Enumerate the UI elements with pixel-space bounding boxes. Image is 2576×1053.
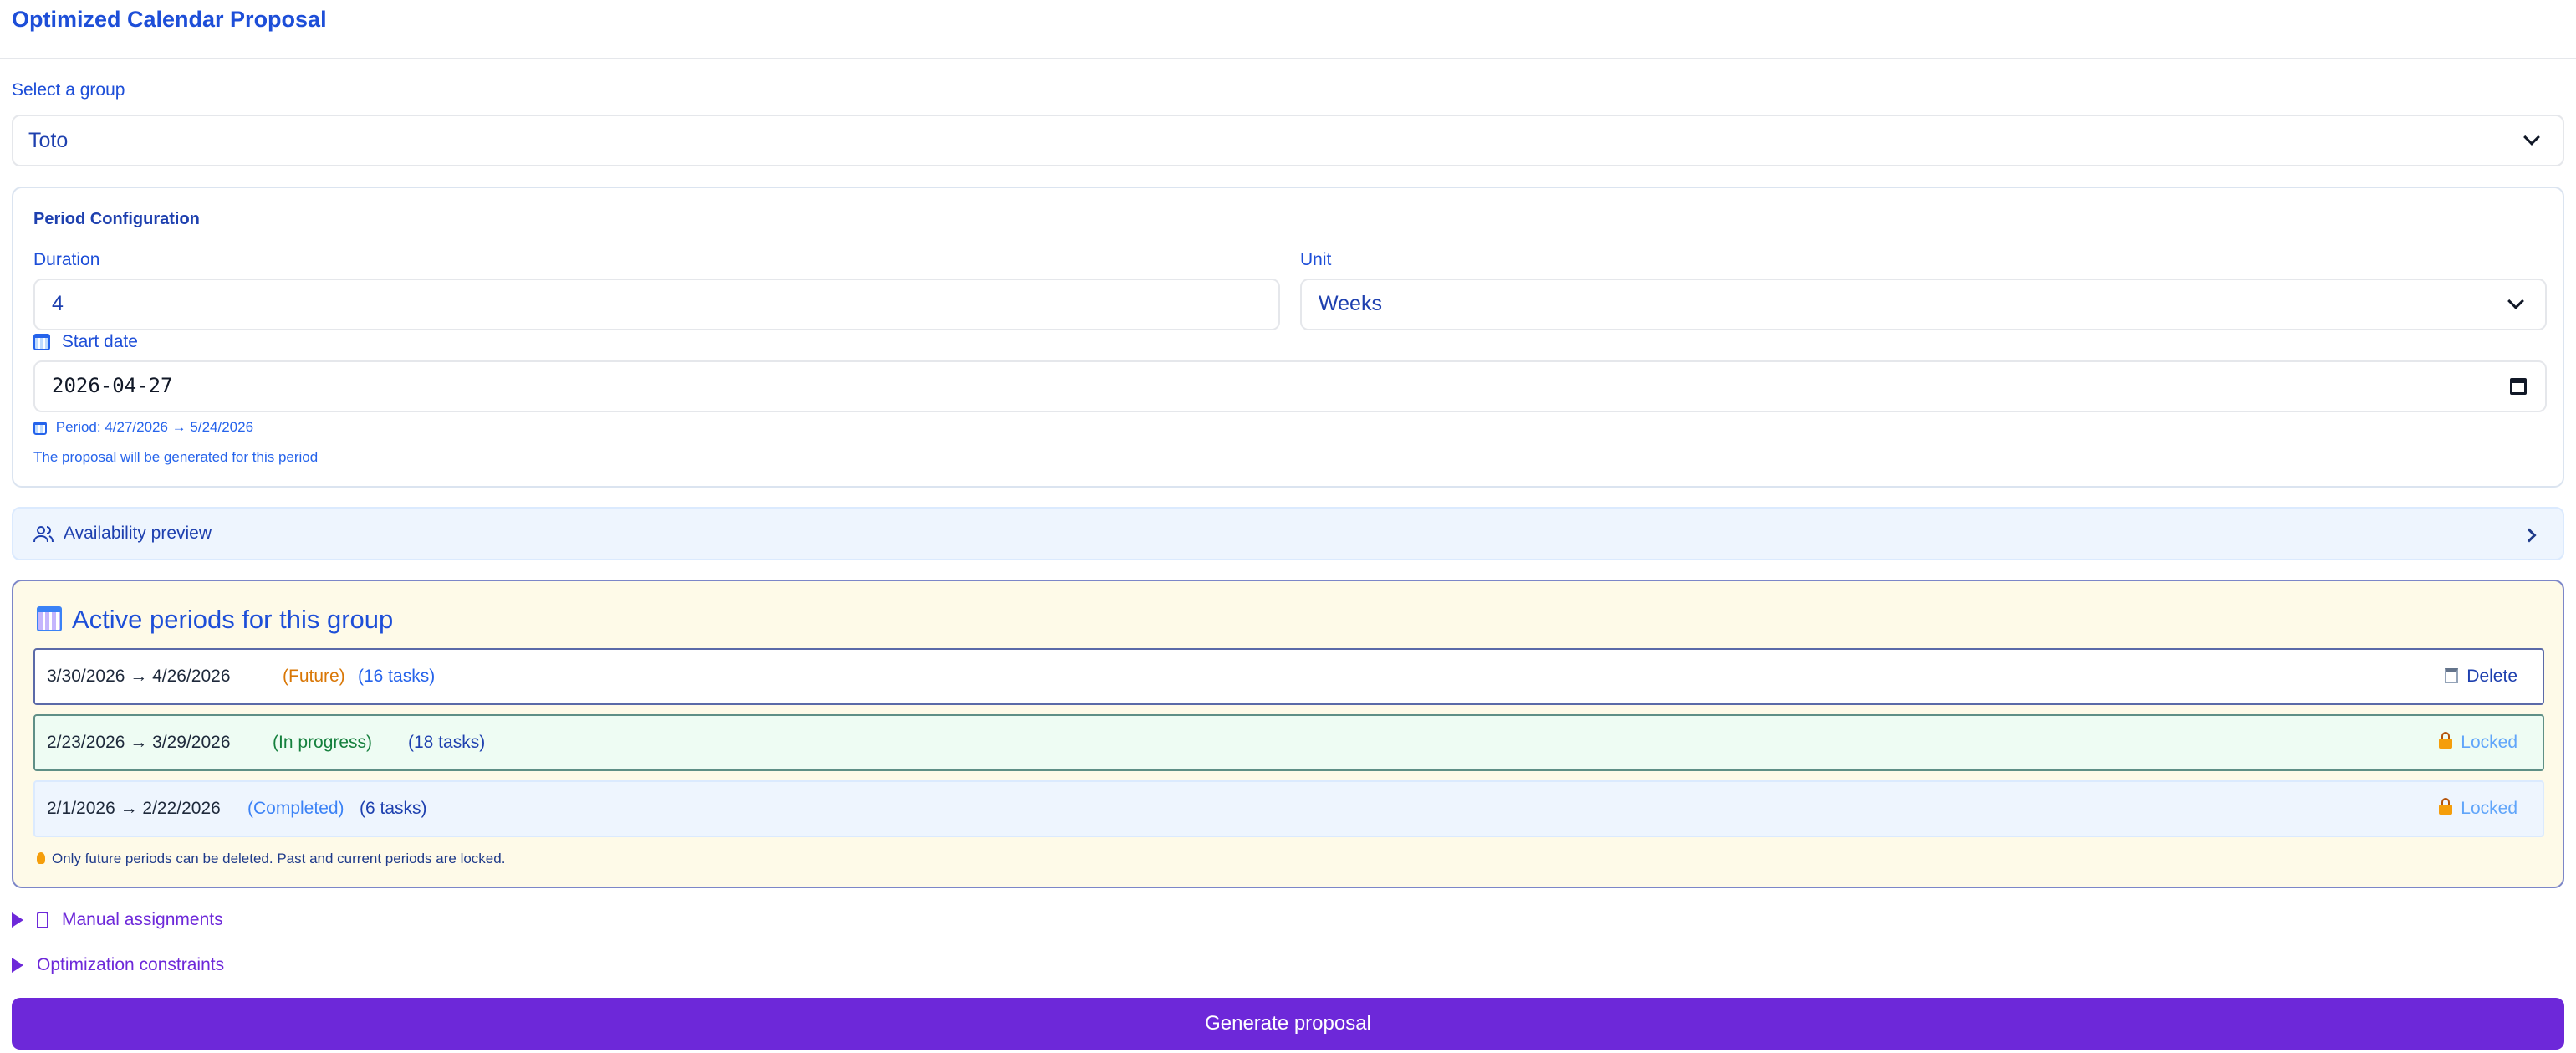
period-summary-text: Period: 4/27/2026 → 5/24/2026 <box>55 419 254 435</box>
chevron-down-icon <box>2507 293 2524 309</box>
period-summary: Period: 4/27/2026 → 5/24/2026 <box>33 419 253 436</box>
chevron-down-icon <box>2523 129 2540 146</box>
periods-hint: Only future periods can be deleted. Past… <box>37 851 505 867</box>
active-periods-panel: Active periods for this group 3/30/2026 … <box>12 580 2564 888</box>
page-title: Optimized Calendar Proposal <box>12 7 327 32</box>
period-row: 2/23/2026 → 3/29/2026 (In progress) (18 … <box>33 714 2544 771</box>
period-dates: 3/30/2026 → 4/26/2026 <box>47 667 231 686</box>
disclosure-triangle-icon <box>12 958 23 973</box>
unit-select[interactable]: Weeks <box>1300 279 2547 330</box>
unit-label: Unit <box>1300 250 1332 269</box>
optimization-constraints-toggle[interactable]: Optimization constraints <box>12 955 224 975</box>
start-date-value: 2026-04-27 <box>52 374 173 397</box>
lock-icon <box>2439 732 2453 749</box>
chevron-right-icon <box>2522 528 2537 543</box>
period-configuration-title: Period Configuration <box>33 210 200 228</box>
availability-preview-toggle[interactable]: Availability preview <box>12 507 2564 560</box>
period-task-count: (6 tasks) <box>360 799 427 818</box>
calendar-icon <box>33 334 50 351</box>
lock-icon <box>2439 798 2453 815</box>
page-header: Optimized Calendar Proposal <box>0 0 2576 59</box>
period-status: (In progress) <box>273 733 373 752</box>
generate-proposal-button[interactable]: Generate proposal <box>12 998 2564 1050</box>
manual-assignments-toggle[interactable]: Manual assignments <box>12 910 223 930</box>
active-periods-title: Active periods for this group <box>37 605 393 635</box>
period-row: 2/1/2026 → 2/22/2026 (Completed) (6 task… <box>33 780 2544 837</box>
locked-status: Locked <box>2439 732 2517 753</box>
periods-hint-text: Only future periods can be deleted. Past… <box>52 851 506 866</box>
disclosure-triangle-icon <box>12 912 23 928</box>
group-select[interactable]: Toto <box>12 115 2564 166</box>
start-date-input[interactable]: 2026-04-27 <box>33 360 2547 412</box>
duration-input[interactable]: 4 <box>33 279 1280 330</box>
start-date-label: Start date <box>33 332 138 352</box>
calendar-picker-icon[interactable] <box>2510 378 2527 395</box>
trash-icon <box>2445 668 2459 683</box>
delete-period-label: Delete <box>2466 667 2517 686</box>
lightbulb-icon <box>37 852 45 864</box>
period-dates: 2/1/2026 → 2/22/2026 <box>47 799 221 818</box>
period-dates: 2/23/2026 → 3/29/2026 <box>47 733 231 752</box>
availability-preview-label: Availability preview <box>64 524 212 543</box>
period-task-count: (18 tasks) <box>408 733 486 752</box>
period-note: The proposal will be generated for this … <box>33 449 319 465</box>
period-status: (Future) <box>283 667 345 686</box>
locked-label: Locked <box>2461 733 2517 752</box>
calendar-icon <box>33 421 47 435</box>
locked-label: Locked <box>2461 799 2517 818</box>
delete-period-button[interactable]: Delete <box>2445 667 2517 687</box>
users-icon <box>33 526 54 543</box>
duration-label: Duration <box>33 250 100 269</box>
period-configuration-card: Period Configuration Duration 4 Unit Wee… <box>12 187 2564 488</box>
start-date-label-text: Start date <box>61 332 138 351</box>
period-row: 3/30/2026 → 4/26/2026 (Future) (16 tasks… <box>33 648 2544 705</box>
unit-value: Weeks <box>1319 292 1382 315</box>
optimization-constraints-label: Optimization constraints <box>37 955 225 974</box>
duration-value: 4 <box>52 292 64 315</box>
pin-icon <box>37 912 48 928</box>
active-periods-title-text: Active periods for this group <box>72 605 394 634</box>
manual-assignments-label: Manual assignments <box>62 910 223 929</box>
calendar-icon <box>37 606 62 631</box>
group-select-value: Toto <box>28 129 69 152</box>
locked-status: Locked <box>2439 798 2517 819</box>
group-select-label: Select a group <box>12 80 125 100</box>
period-task-count: (16 tasks) <box>358 667 436 686</box>
period-status: (Completed) <box>247 799 344 818</box>
